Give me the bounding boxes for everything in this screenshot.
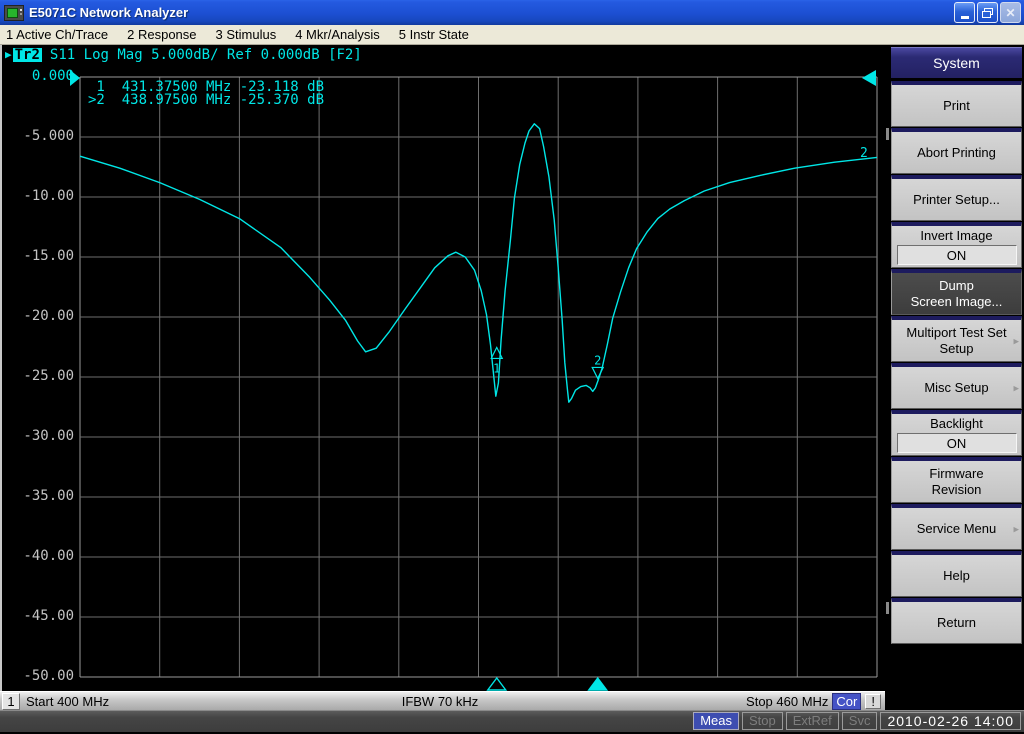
status-stop: Stop <box>742 712 783 730</box>
submenu-arrow-icon: ▸ <box>1013 523 1019 535</box>
y-axis-label: -30.00 <box>23 428 74 444</box>
channel-status-bar: 1 Start 400 MHz IFBW 70 kHz Stop 460 MHz… <box>0 691 885 710</box>
softkey-label: Multiport Test Set <box>906 324 1007 340</box>
softkey-label: Service Menu <box>916 520 997 536</box>
warning-indicator: ! <box>865 694 881 709</box>
softkey-label: Screen Image... <box>910 293 1003 309</box>
analyzer-display: 2 1 2 ▶ Tr2 S11 Log Mag 5.000dB/ Ref 0.000… <box>0 45 885 691</box>
minimize-icon <box>960 16 969 19</box>
instrument-status-bar: Meas Stop ExtRef Svc 2010-02-26 14:00 <box>0 710 1024 734</box>
softkey-firmware-revision[interactable]: Firmware Revision <box>891 457 1022 503</box>
softkey-printer-setup[interactable]: Printer Setup... <box>891 175 1022 221</box>
s11-plot: 2 1 2 <box>70 70 878 691</box>
softkey-value-box: ON <box>896 433 1017 453</box>
app-icon <box>4 4 24 21</box>
softkey-label: Backlight <box>930 416 983 431</box>
menu-item-4-mkr-analysis[interactable]: 4 Mkr/Analysis <box>289 27 393 42</box>
marker-readout: 1 431.37500 MHz -23.118 dB >2 438.97500 M… <box>88 80 325 108</box>
stimulus-marker-1-icon[interactable] <box>486 676 508 691</box>
menu-item-3-stimulus[interactable]: 3 Stimulus <box>210 27 290 42</box>
submenu-arrow-icon: ▸ <box>1013 382 1019 394</box>
softkey-menu-title: System <box>891 47 1022 78</box>
active-trace-pointer-icon: ▶ <box>5 48 12 61</box>
app-window: E5071C Network Analyzer ✕ 1 Active Ch/Tr… <box>0 0 1024 734</box>
minimize-button[interactable] <box>954 2 975 23</box>
channel-number: 1 <box>2 693 20 710</box>
window-title: E5071C Network Analyzer <box>29 5 189 20</box>
y-axis-label: -35.00 <box>23 488 74 504</box>
restore-button[interactable] <box>977 2 998 23</box>
softkey-label: Dump <box>939 277 974 293</box>
trace-format-text: S11 Log Mag 5.000dB/ Ref 0.000dB [F2] <box>49 47 362 63</box>
softkey-return[interactable]: Return <box>891 598 1022 644</box>
status-meas: Meas <box>693 712 740 730</box>
menu-bar: 1 Active Ch/Trace 2 Response 3 Stimulus 4 M… <box>0 25 1024 45</box>
stimulus-marker-2-icon[interactable] <box>587 676 609 691</box>
softkey-label: Abort Printing <box>917 144 996 160</box>
menu-item-5-instr-state[interactable]: 5 Instr State <box>393 27 482 42</box>
y-axis-label: -50.00 <box>23 668 74 684</box>
status-svc: Svc <box>841 712 878 730</box>
softkey-label: Setup <box>939 340 974 356</box>
correction-indicator: Cor <box>832 693 862 710</box>
softkey-label: Return <box>936 614 977 630</box>
softkey-panel: System Print Abort Printing Printer Setup.… <box>885 45 1024 710</box>
stop-frequency: Stop 460 MHz <box>746 694 829 709</box>
y-axis-label: -5.000 <box>23 128 74 144</box>
y-axis-label: -40.00 <box>23 548 74 564</box>
softkey-dump-screen-image[interactable]: Dump Screen Image... <box>891 269 1022 315</box>
softkey-label: Revision <box>931 481 982 497</box>
softkey-label: Misc Setup <box>924 379 989 395</box>
restore-icon <box>982 7 993 18</box>
softkey-label: Printer Setup... <box>913 191 1000 207</box>
softkey-label: Print <box>943 97 970 113</box>
y-axis-label: -20.00 <box>23 308 74 324</box>
clock: 2010-02-26 14:00 <box>880 712 1021 730</box>
status-extref: ExtRef <box>785 712 839 730</box>
menu-item-2-response[interactable]: 2 Response <box>121 27 209 42</box>
softkey-label: Firmware <box>929 465 984 481</box>
softkey-label: Invert Image <box>920 228 993 243</box>
trace-label: Tr2 <box>12 47 42 63</box>
menu-item-1-active-ch-trace[interactable]: 1 Active Ch/Trace <box>0 27 121 42</box>
trace-header[interactable]: ▶ Tr2 S11 Log Mag 5.000dB/ Ref 0.000dB [… <box>5 48 362 62</box>
marker-2-number: 2 <box>594 353 601 367</box>
y-axis-label: -10.00 <box>23 188 74 204</box>
softkey-label: Help <box>943 567 970 583</box>
y-axis-label: -45.00 <box>23 608 74 624</box>
ifbw-value: IFBW 70 kHz <box>401 694 479 709</box>
y-axis-label: -25.00 <box>23 368 74 384</box>
marker-1-number: 1 <box>493 361 500 375</box>
softkey-help[interactable]: Help <box>891 551 1022 597</box>
softkey-misc-setup[interactable]: Misc Setup ▸ <box>891 363 1022 409</box>
softkey-service-menu[interactable]: Service Menu ▸ <box>891 504 1022 550</box>
softkey-value-box: ON <box>896 245 1017 265</box>
close-button[interactable]: ✕ <box>1000 2 1021 23</box>
trace-end-label: 2 <box>860 146 868 161</box>
softkey-invert-image[interactable]: Invert Image ON <box>891 222 1022 268</box>
softkey-backlight[interactable]: Backlight ON <box>891 410 1022 456</box>
softkey-print[interactable]: Print <box>891 81 1022 127</box>
y-axis-label: -15.00 <box>23 248 74 264</box>
marker-readout-row-2: >2 438.97500 MHz -25.370 dB <box>88 92 325 108</box>
ref-level-pointer-right-icon <box>862 70 876 86</box>
y-axis-label: 0.000 <box>31 68 74 84</box>
start-frequency: Start 400 MHz <box>26 694 110 709</box>
close-icon: ✕ <box>1005 5 1016 20</box>
softkey-multiport-test-set-setup[interactable]: Multiport Test Set Setup ▸ <box>891 316 1022 362</box>
submenu-arrow-icon: ▸ <box>1013 335 1019 347</box>
softkey-abort-printing[interactable]: Abort Printing <box>891 128 1022 174</box>
titlebar: E5071C Network Analyzer ✕ <box>0 0 1024 25</box>
